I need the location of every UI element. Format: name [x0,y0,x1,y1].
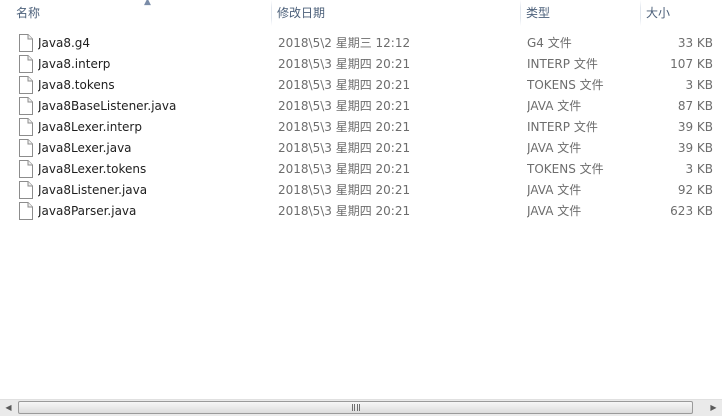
file-modified-date: 2018\5\3 星期四 20:21 [278,162,411,176]
file-size: 92 KB [677,183,713,197]
file-list-view: 名称 ▲ 修改日期 类型 大小 Java8.g4 2018\5\2 星期三 12:… [0,0,722,416]
file-size: 107 KB [670,57,713,71]
scroll-left-arrow-icon[interactable]: ◀ [0,400,17,416]
column-header-date-label: 修改日期 [277,6,326,20]
file-name: Java8Lexer.interp [38,120,142,134]
scrollbar-thumb[interactable] [18,401,693,414]
file-row[interactable]: Java8.interp 2018\5\3 星期四 20:21 INTERP 文件 1… [0,54,722,75]
column-header-bar: 名称 ▲ 修改日期 类型 大小 [0,0,722,26]
column-header-type[interactable]: 类型 [520,0,640,26]
file-name: Java8Parser.java [38,204,137,218]
file-icon [19,139,33,157]
file-icon [19,181,33,199]
column-header-date[interactable]: 修改日期 [271,0,520,26]
column-header-type-label: 类型 [526,6,551,20]
file-icon [19,160,33,178]
file-name: Java8Lexer.tokens [38,162,147,176]
file-icon [19,55,33,73]
file-row[interactable]: Java8Lexer.tokens 2018\5\3 星期四 20:21 TOKEN… [0,159,722,180]
file-name: Java8.tokens [38,78,115,92]
grip-icon [352,404,360,411]
file-row[interactable]: Java8Parser.java 2018\5\3 星期四 20:21 JAVA 文… [0,201,722,222]
column-header-name[interactable]: 名称 ▲ [10,0,270,26]
file-icon [19,34,33,52]
file-type: TOKENS 文件 [527,162,604,176]
file-icon [19,97,33,115]
file-modified-date: 2018\5\3 星期四 20:21 [278,78,411,92]
file-type: JAVA 文件 [527,204,582,218]
file-modified-date: 2018\5\3 星期四 20:21 [278,99,411,113]
horizontal-scrollbar[interactable]: ◀ ▶ [0,399,722,416]
file-type: G4 文件 [527,36,572,50]
file-row[interactable]: Java8Lexer.java 2018\5\3 星期四 20:21 JAVA 文件… [0,138,722,159]
file-size: 33 KB [677,36,713,50]
file-name: Java8Listener.java [38,183,148,197]
column-header-size[interactable]: 大小 [640,0,722,26]
file-modified-date: 2018\5\2 星期三 12:12 [278,36,411,50]
file-name: Java8.interp [38,57,111,71]
file-icon [19,202,33,220]
file-size: 39 KB [677,141,713,155]
file-size: 87 KB [677,99,713,113]
file-rows: Java8.g4 2018\5\2 星期三 12:12 G4 文件 33 KB Java… [0,33,722,222]
file-type: JAVA 文件 [527,183,582,197]
file-icon [19,76,33,94]
file-type: INTERP 文件 [527,120,598,134]
file-type: JAVA 文件 [527,99,582,113]
file-modified-date: 2018\5\3 星期四 20:21 [278,120,411,134]
file-row[interactable]: Java8Lexer.interp 2018\5\3 星期四 20:21 INTER… [0,117,722,138]
file-modified-date: 2018\5\3 星期四 20:21 [278,57,411,71]
file-type: TOKENS 文件 [527,78,604,92]
file-modified-date: 2018\5\3 星期四 20:21 [278,204,411,218]
file-type: INTERP 文件 [527,57,598,71]
file-size: 39 KB [677,120,713,134]
file-row[interactable]: Java8Listener.java 2018\5\3 星期四 20:21 JAVA… [0,180,722,201]
file-size: 623 KB [670,204,713,218]
file-row[interactable]: Java8.g4 2018\5\2 星期三 12:12 G4 文件 33 KB [0,33,722,54]
file-name: Java8BaseListener.java [38,99,177,113]
sort-ascending-icon: ▲ [144,0,151,7]
file-row[interactable]: Java8.tokens 2018\5\3 星期四 20:21 TOKENS 文件 3… [0,75,722,96]
file-name: Java8.g4 [38,36,91,50]
file-size: 3 KB [685,162,713,176]
column-header-name-label: 名称 [16,6,41,20]
file-name: Java8Lexer.java [38,141,132,155]
file-modified-date: 2018\5\3 星期四 20:21 [278,183,411,197]
column-header-size-label: 大小 [646,6,671,20]
file-modified-date: 2018\5\3 星期四 20:21 [278,141,411,155]
file-size: 3 KB [685,78,713,92]
file-icon [19,118,33,136]
file-type: JAVA 文件 [527,141,582,155]
file-row[interactable]: Java8BaseListener.java 2018\5\3 星期四 20:21… [0,96,722,117]
scroll-right-arrow-icon[interactable]: ▶ [705,400,722,416]
